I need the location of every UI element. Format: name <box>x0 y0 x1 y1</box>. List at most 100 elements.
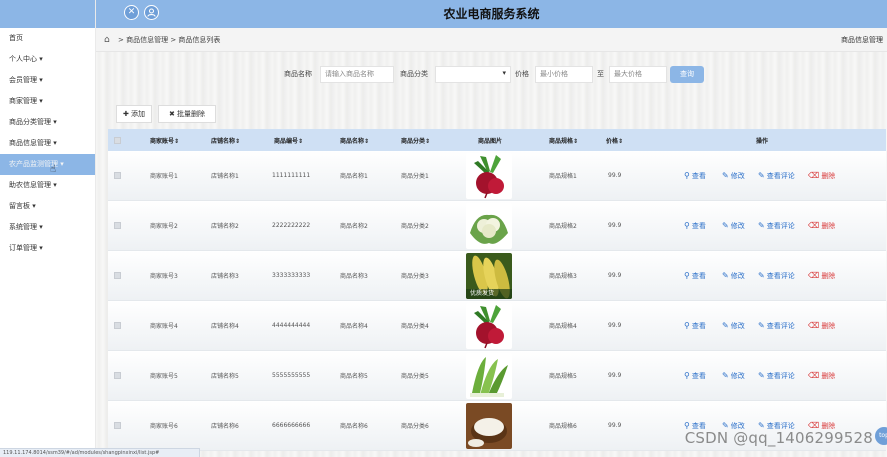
delete-label: 删除 <box>821 171 836 180</box>
delete-button[interactable]: ⌫ 删除 <box>808 251 835 300</box>
cell-category: 商品分类6 <box>401 423 429 430</box>
table-row: 商家账号5 店铺名称5 5555555555 商品名称5 商品分类5 商品规格5 99.9 ⚲… <box>108 351 886 401</box>
review-label: 查看评论 <box>766 271 795 280</box>
view-button[interactable]: ⚲ 查看 <box>684 251 706 300</box>
view-button[interactable]: ⚲ 查看 <box>684 151 706 200</box>
sidebar-item[interactable]: 首页 <box>0 28 95 49</box>
sidebar-item[interactable]: 助农信息管理 ▾ <box>0 175 95 196</box>
view-reviews-button[interactable]: ✎ 查看评论 <box>758 251 795 300</box>
sidebar-item[interactable]: 商家管理 ▾ <box>0 91 95 112</box>
status-bar-url: 119.11.174.8014/ssm39/#/ad/modules/shang… <box>0 448 200 457</box>
view-button[interactable]: ⚲ 查看 <box>684 301 706 350</box>
pencil-icon: ✎ <box>722 271 729 280</box>
sidebar-item[interactable]: 留言板 ▾ <box>0 196 95 217</box>
view-label: 查看 <box>691 321 706 330</box>
table-row: 商家账号1 店铺名称1 1111111111 商品名称1 商品分类1 商品规格1 99.9 ⚲… <box>108 151 886 201</box>
view-button[interactable]: ⚲ 查看 <box>684 201 706 250</box>
select-all-checkbox[interactable] <box>114 129 121 151</box>
col-category[interactable]: 商品分类⇕ <box>401 129 430 151</box>
review-label: 查看评论 <box>766 371 795 380</box>
delete-button[interactable]: ⌫ 删除 <box>808 151 835 200</box>
add-button[interactable]: ✚ 添加 <box>116 105 152 123</box>
home-icon[interactable]: ⌂ <box>104 28 110 52</box>
sidebar-item[interactable]: 农产品监测管理 ▾ ☝ <box>0 154 95 175</box>
max-price-input[interactable]: 最大价格 <box>609 66 667 83</box>
search-form: 商品名称 请输入商品名称 商品分类 ▾ 价格 最小价格 至 最大价格 查询 <box>96 66 887 84</box>
col-account[interactable]: 商家账号⇕ <box>150 129 179 151</box>
trash-icon: ⌫ <box>808 371 820 380</box>
back-to-top-button[interactable]: top <box>875 427 887 445</box>
cell-shop: 店铺名称4 <box>211 323 239 330</box>
pencil-icon: ✎ <box>722 321 729 330</box>
cell-name: 商品名称6 <box>340 423 368 430</box>
edit-button[interactable]: ✎ 修改 <box>722 151 745 200</box>
pencil-icon: ✎ <box>758 221 765 230</box>
col-code[interactable]: 商品编号⇕ <box>274 129 303 151</box>
sidebar-item[interactable]: 订单管理 ▾ <box>0 238 95 259</box>
breadcrumb-current: 商品信息管理 <box>841 36 883 44</box>
cell-shop: 店铺名称1 <box>211 173 239 180</box>
delete-button[interactable]: ⌫ 删除 <box>808 201 835 250</box>
edit-button[interactable]: ✎ 修改 <box>722 301 745 350</box>
cell-name: 商品名称2 <box>340 223 368 230</box>
cell-category: 商品分类1 <box>401 173 429 180</box>
view-reviews-button[interactable]: ✎ 查看评论 <box>758 151 795 200</box>
main-content: 商品名称 请输入商品名称 商品分类 ▾ 价格 最小价格 至 最大价格 查询 ✚ … <box>96 52 887 457</box>
delete-button[interactable]: ⌫ 删除 <box>808 351 835 400</box>
row-checkbox[interactable] <box>114 201 121 250</box>
row-checkbox[interactable] <box>114 151 121 200</box>
table-row: 商家账号4 店铺名称4 4444444444 商品名称4 商品分类4 商品规格4 99.9 ⚲… <box>108 301 886 351</box>
name-label: 商品名称 <box>284 70 312 78</box>
cell-shop: 店铺名称2 <box>211 223 239 230</box>
edit-button[interactable]: ✎ 修改 <box>722 351 745 400</box>
category-select[interactable]: ▾ <box>435 66 511 83</box>
view-reviews-button[interactable]: ✎ 查看评论 <box>758 301 795 350</box>
view-button[interactable]: ⚲ 查看 <box>684 351 706 400</box>
row-checkbox[interactable] <box>114 251 121 300</box>
cell-code: 2222222222 <box>272 222 311 229</box>
view-reviews-button[interactable]: ✎ 查看评论 <box>758 351 795 400</box>
min-price-input[interactable]: 最小价格 <box>535 66 593 83</box>
sidebar-menu: 首页 个人中心 ▾ 会员管理 ▾ 商家管理 ▾ 商品分类管理 ▾ 商品信息管理 ▾ 农产品监… <box>0 28 95 259</box>
breadcrumb-path: > 商品信息管理 > 商品信息列表 <box>118 36 221 44</box>
edit-button[interactable]: ✎ 修改 <box>722 201 745 250</box>
row-checkbox[interactable] <box>114 301 121 350</box>
col-shop[interactable]: 店铺名称⇕ <box>211 129 240 151</box>
cell-account: 商家账号2 <box>150 223 178 230</box>
col-spec[interactable]: 商品规格⇕ <box>549 129 578 151</box>
cell-code: 3333333333 <box>272 272 311 279</box>
edit-label: 修改 <box>730 371 745 380</box>
row-checkbox[interactable] <box>114 401 121 450</box>
row-checkbox[interactable] <box>114 351 121 400</box>
sidebar-item[interactable]: 会员管理 ▾ <box>0 70 95 91</box>
cell-spec: 商品规格3 <box>549 273 577 280</box>
image-caption: 优质发货 <box>470 289 495 297</box>
sidebar-item[interactable]: 商品分类管理 ▾ <box>0 112 95 133</box>
product-table: 商家账号⇕ 店铺名称⇕ 商品编号⇕ 商品名称⇕ 商品分类⇕ 商品图片 商品规格⇕… <box>108 129 886 451</box>
view-reviews-button[interactable]: ✎ 查看评论 <box>758 201 795 250</box>
col-actions: 操作 <box>756 137 769 145</box>
edit-button[interactable]: ✎ 修改 <box>722 251 745 300</box>
search-button[interactable]: 查询 <box>670 66 704 83</box>
cell-account: 商家账号4 <box>150 323 178 330</box>
col-price[interactable]: 价格⇕ <box>606 129 623 151</box>
sidebar-item[interactable]: 个人中心 ▾ <box>0 49 95 70</box>
delete-label: 删除 <box>821 221 836 230</box>
sidebar-item[interactable]: 系统管理 ▾ <box>0 217 95 238</box>
pencil-icon: ✎ <box>722 171 729 180</box>
cell-price: 99.9 <box>608 272 622 279</box>
category-label: 商品分类 <box>400 70 428 78</box>
search-icon: ⚲ <box>684 271 690 280</box>
batch-delete-button[interactable]: ✖ 批量删除 <box>158 105 216 123</box>
edit-label: 修改 <box>730 321 745 330</box>
col-name[interactable]: 商品名称⇕ <box>340 129 369 151</box>
name-search-input[interactable]: 请输入商品名称 <box>320 66 394 83</box>
cell-shop: 店铺名称6 <box>211 423 239 430</box>
delete-button[interactable]: ⌫ 删除 <box>808 301 835 350</box>
cell-code: 1111111111 <box>272 172 311 179</box>
cell-spec: 商品规格2 <box>549 223 577 230</box>
table-row: 商家账号3 店铺名称3 3333333333 商品名称3 商品分类3 优质发货 商品规格3 9… <box>108 251 886 301</box>
watermark: CSDN @qq_1406299528 <box>684 429 873 447</box>
edit-label: 修改 <box>730 171 745 180</box>
sidebar-item[interactable]: 商品信息管理 ▾ <box>0 133 95 154</box>
